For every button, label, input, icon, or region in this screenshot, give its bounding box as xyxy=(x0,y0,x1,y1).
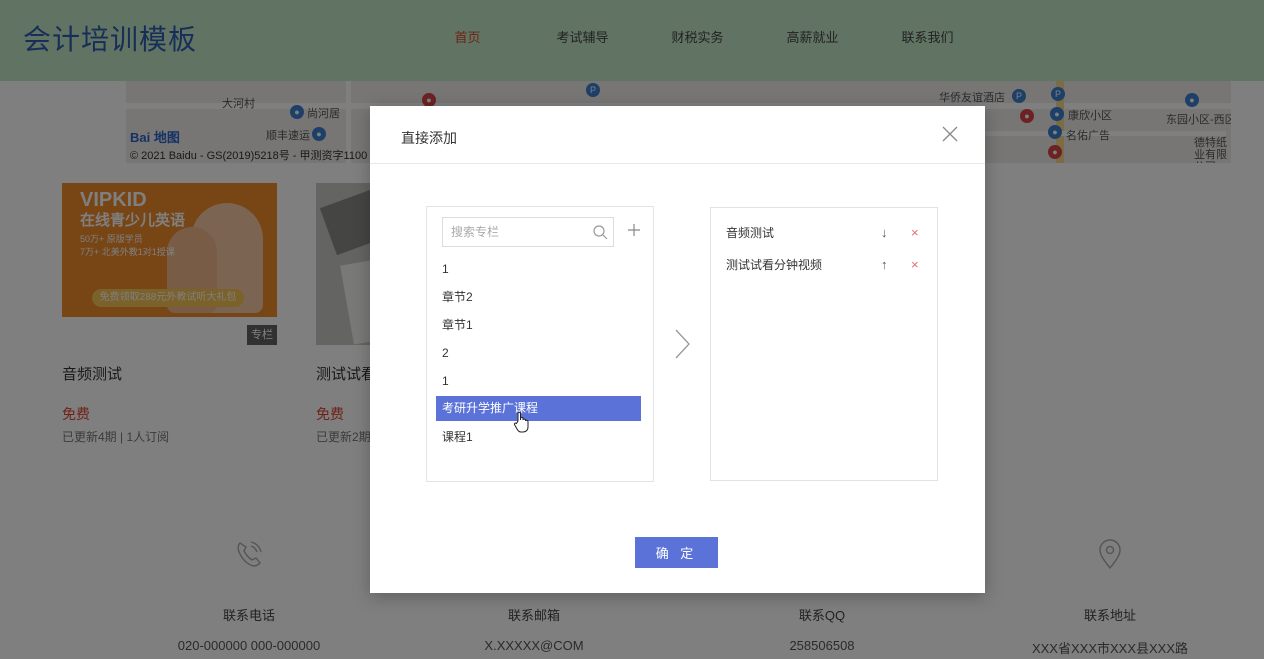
search-box xyxy=(442,217,614,247)
selected-item: 测试试看分钟视频 ↑ × xyxy=(711,249,937,281)
arrow-up-icon[interactable]: ↑ xyxy=(881,249,888,281)
hand-cursor-icon xyxy=(513,411,529,433)
close-icon[interactable] xyxy=(940,124,960,144)
selected-item: 音频测试 ↓ × xyxy=(711,217,937,249)
dialog-header: 直接添加 xyxy=(370,106,985,164)
list-item[interactable]: 章节2 xyxy=(436,283,641,311)
chevron-right-icon[interactable] xyxy=(672,328,692,360)
add-icon[interactable] xyxy=(627,223,641,237)
selected-list-panel: 音频测试 ↓ × 测试试看分钟视频 ↑ × xyxy=(710,207,938,481)
dialog-title: 直接添加 xyxy=(401,130,457,146)
list-item[interactable]: 2 xyxy=(436,339,641,367)
selected-item-label: 测试试看分钟视频 xyxy=(726,258,823,272)
remove-icon[interactable]: × xyxy=(911,217,919,249)
search-icon[interactable] xyxy=(592,224,608,240)
list-item[interactable]: 课程1 xyxy=(436,423,641,451)
remove-icon[interactable]: × xyxy=(911,249,919,281)
available-list-panel: 1 章节2 章节1 2 1 考研升学推广课程 课程1 xyxy=(426,206,654,482)
available-list: 1 章节2 章节1 2 1 考研升学推广课程 课程1 xyxy=(436,255,641,451)
selected-item-label: 音频测试 xyxy=(726,226,775,240)
arrow-down-icon[interactable]: ↓ xyxy=(881,217,888,249)
list-item[interactable]: 1 xyxy=(436,255,641,283)
add-column-dialog: 直接添加 1 章节2 章节1 2 1 考研升学推广课程 课程1 xyxy=(370,106,985,593)
selected-list: 音频测试 ↓ × 测试试看分钟视频 ↑ × xyxy=(711,208,937,281)
search-input[interactable] xyxy=(443,218,583,246)
list-item-selected[interactable]: 考研升学推广课程 xyxy=(436,396,641,421)
confirm-button[interactable]: 确 定 xyxy=(635,537,718,568)
list-item[interactable]: 章节1 xyxy=(436,311,641,339)
list-item[interactable]: 1 xyxy=(436,367,641,395)
